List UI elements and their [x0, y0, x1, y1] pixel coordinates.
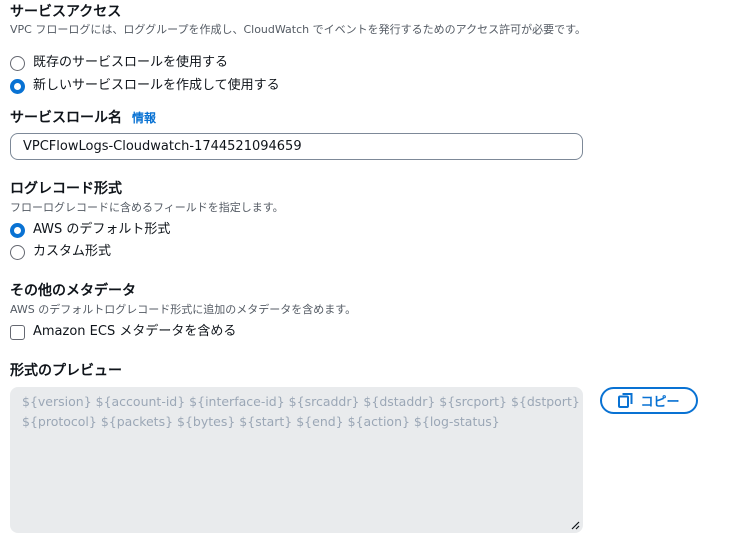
log-record-format-description: フローログレコードに含めるフィールドを指定します。	[10, 201, 284, 214]
radio-button-selected[interactable]	[10, 222, 25, 238]
radio-custom-format[interactable]: カスタム形式	[10, 242, 111, 262]
copy-button[interactable]: コピー	[600, 387, 698, 414]
log-record-format-title: ログレコード形式	[10, 181, 122, 197]
preview-line: ${protocol} ${packets} ${bytes} ${start}…	[22, 414, 500, 429]
radio-button[interactable]	[10, 55, 25, 71]
service-access-description: VPC フローログには、ロググループを作成し、CloudWatch でイベントを…	[10, 23, 586, 36]
flow-log-settings-panel: サービスアクセス VPC フローログには、ロググループを作成し、CloudWat…	[0, 0, 731, 543]
other-metadata-description: AWS のデフォルトログレコード形式に追加のメタデータを含めます。	[10, 303, 357, 316]
radio-label: AWS のデフォルト形式	[33, 222, 171, 237]
preview-line: ${version} ${account-id} ${interface-id}…	[22, 394, 580, 409]
field-label: サービスロール名	[10, 110, 122, 126]
copy-icon	[618, 393, 633, 408]
radio-use-existing-role[interactable]: 既存のサービスロールを使用する	[10, 53, 228, 73]
checkbox[interactable]	[10, 324, 25, 340]
resize-handle-icon[interactable]	[571, 521, 580, 530]
service-role-name-input[interactable]	[10, 133, 583, 160]
info-link[interactable]: 情報	[132, 111, 156, 125]
other-metadata-title: その他のメタデータ	[10, 283, 136, 299]
radio-label: 既存のサービスロールを使用する	[33, 55, 229, 70]
format-preview-textarea[interactable]: ${version} ${account-id} ${interface-id}…	[10, 387, 583, 533]
radio-aws-default-format[interactable]: AWS のデフォルト形式	[10, 220, 170, 240]
radio-button-selected[interactable]	[10, 78, 25, 94]
radio-button[interactable]	[10, 244, 25, 260]
checkbox-ecs-metadata[interactable]: Amazon ECS メタデータを含める	[10, 322, 236, 342]
radio-label: 新しいサービスロールを作成して使用する	[33, 78, 280, 93]
checkbox-label: Amazon ECS メタデータを含める	[33, 324, 237, 339]
service-role-name-label: サービスロール名 情報	[10, 109, 156, 127]
radio-create-new-role[interactable]: 新しいサービスロールを作成して使用する	[10, 76, 280, 96]
radio-label: カスタム形式	[33, 244, 112, 259]
service-access-title: サービスアクセス	[10, 4, 122, 20]
format-preview-title: 形式のプレビュー	[10, 363, 122, 379]
copy-button-label: コピー	[640, 395, 680, 410]
